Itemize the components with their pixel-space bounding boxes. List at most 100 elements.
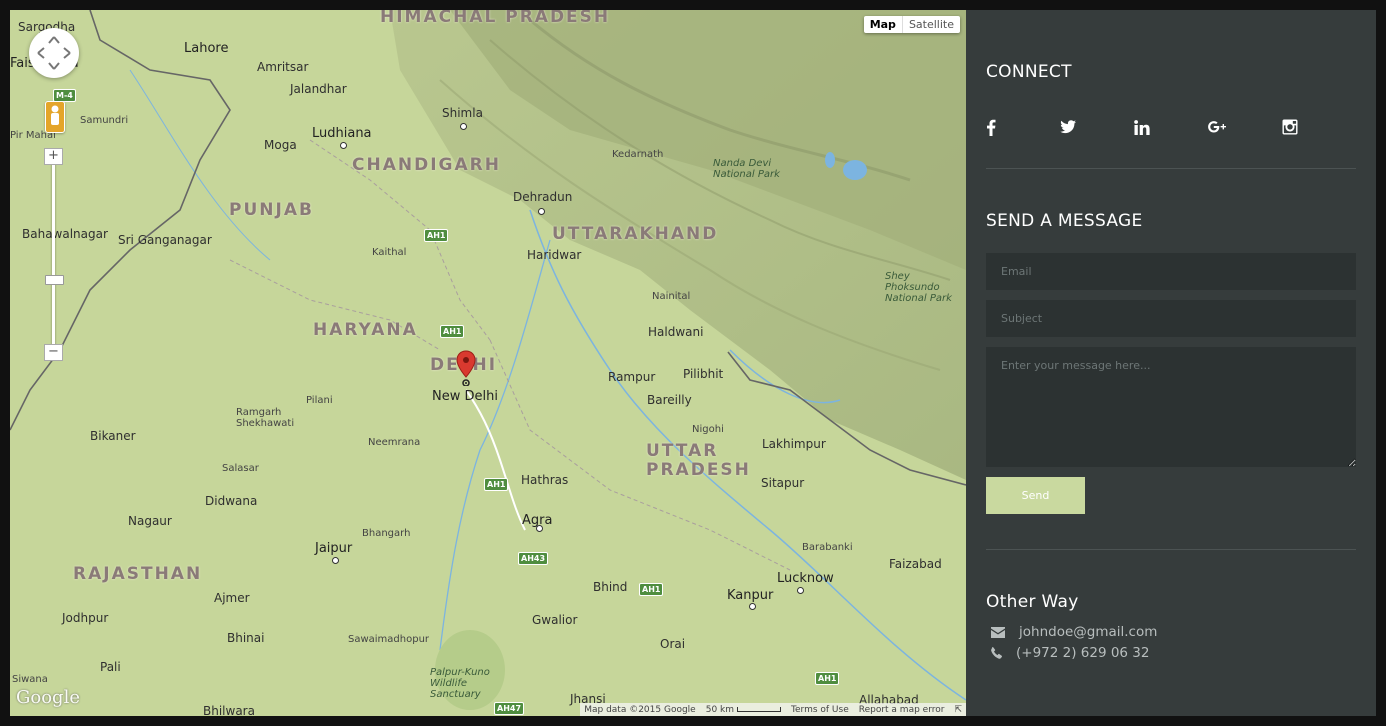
map-data-credit: Map data ©2015 Google xyxy=(584,704,696,715)
instagram-link[interactable] xyxy=(1282,116,1356,138)
zoom-out-button[interactable]: − xyxy=(44,344,63,361)
linkedin-icon xyxy=(1134,119,1150,135)
subject-field[interactable] xyxy=(986,300,1356,337)
city-label: Lucknow xyxy=(777,571,834,586)
city-label: Lahore xyxy=(184,41,229,56)
google-plus-link[interactable] xyxy=(1208,116,1282,138)
zoom-in-button[interactable]: + xyxy=(44,148,63,165)
google-plus-icon xyxy=(1208,121,1226,133)
city-label: Kanpur xyxy=(727,588,774,603)
city-dot xyxy=(797,587,804,594)
city-dot xyxy=(460,123,467,130)
city-label: Jalandhar xyxy=(290,82,347,96)
social-links xyxy=(986,116,1356,138)
city-label: Moga xyxy=(264,138,297,152)
city-label: Sawaimadhopur xyxy=(348,634,430,645)
facebook-icon xyxy=(987,119,996,136)
map-type-control: Map Satellite xyxy=(863,16,960,33)
city-label: Kaithal xyxy=(372,247,407,258)
city-label: Sitapur xyxy=(761,476,805,490)
highway-shield: AH1 xyxy=(815,672,840,685)
report-error-link[interactable]: Report a map error xyxy=(859,705,945,715)
pan-control[interactable] xyxy=(29,28,79,78)
city-dot xyxy=(538,208,545,215)
city-label: Siwana xyxy=(12,674,48,685)
city-label: Nainital xyxy=(652,291,691,302)
region-label: CHANDIGARH xyxy=(352,155,501,175)
expand-corner-icon[interactable]: ⇱ xyxy=(954,705,962,715)
city-label: Pali xyxy=(100,660,121,674)
city-label: Faizabad xyxy=(889,557,942,571)
highway-shield: AH1 xyxy=(440,325,465,338)
city-dot xyxy=(536,525,543,532)
map-scale: 50 km xyxy=(706,705,782,715)
city-label: Pilani xyxy=(306,395,333,406)
city-label: Samundri xyxy=(80,115,129,126)
city-label: Ramgarh Shekhawati xyxy=(236,407,295,429)
city-label: Kedarnath xyxy=(612,149,664,160)
region-label: PUNJAB xyxy=(229,200,314,220)
map-type-map-button[interactable]: Map xyxy=(864,16,903,33)
city-label: Bhangarh xyxy=(362,528,411,539)
highway-shield: AH47 xyxy=(494,702,525,715)
park-label: Palpur-Kuno Wildlife Sanctuary xyxy=(430,667,490,700)
map-view[interactable]: HIMACHAL PRADESH CHANDIGARH PUNJAB UTTAR… xyxy=(10,10,966,716)
section-divider xyxy=(986,168,1356,169)
city-label: Bhinai xyxy=(227,631,265,645)
city-label: Hathras xyxy=(521,473,569,487)
scale-bar xyxy=(737,706,782,712)
city-label: Bahawalnagar xyxy=(22,227,108,241)
twitter-link[interactable] xyxy=(1060,116,1134,138)
city-label: Salasar xyxy=(222,463,259,474)
city-label: Bikaner xyxy=(90,429,136,443)
map-pin-icon xyxy=(456,350,476,387)
city-label: Gwalior xyxy=(532,613,578,627)
street-view-pegman-icon[interactable] xyxy=(45,101,65,133)
city-label: Lakhimpur xyxy=(762,437,826,451)
city-label: Nigohi xyxy=(692,424,724,435)
instagram-icon xyxy=(1282,119,1298,135)
region-label: UTTARAKHAND xyxy=(552,224,719,244)
connect-heading: CONNECT xyxy=(986,62,1072,82)
city-label: Haldwani xyxy=(648,325,704,339)
region-label: UTTAR PRADESH xyxy=(646,441,751,480)
map-type-satellite-button[interactable]: Satellite xyxy=(903,16,960,33)
region-label: HARYANA xyxy=(313,320,418,340)
highway-shield: AH1 xyxy=(639,583,664,596)
email-field[interactable] xyxy=(986,253,1356,290)
city-label: Dehradun xyxy=(513,190,573,204)
linkedin-link[interactable] xyxy=(1134,116,1208,138)
city-label: Haridwar xyxy=(527,248,582,262)
region-label: RAJASTHAN xyxy=(73,564,203,584)
city-label: Nagaur xyxy=(128,514,172,528)
facebook-link[interactable] xyxy=(986,116,1060,138)
city-label: Bhilwara xyxy=(203,704,255,716)
city-label: Didwana xyxy=(205,494,258,508)
city-label: Bhind xyxy=(593,580,628,594)
highway-shield: AH43 xyxy=(518,552,549,565)
zoom-slider-track[interactable] xyxy=(52,162,55,352)
contact-sidebar: CONNECT SEND A MESSAGE Send Other Way jo… xyxy=(966,10,1376,716)
twitter-icon xyxy=(1060,120,1076,134)
map-attribution: Map data ©2015 Google 50 km Terms of Use… xyxy=(580,703,966,716)
city-label: Jodhpur xyxy=(62,611,109,625)
phone-icon xyxy=(991,647,1002,659)
terms-link[interactable]: Terms of Use xyxy=(791,705,849,715)
city-label: Orai xyxy=(660,637,686,651)
google-logo[interactable]: Google xyxy=(16,687,80,708)
zoom-slider-thumb[interactable] xyxy=(45,275,64,285)
highway-shield: AH1 xyxy=(484,478,509,491)
location-marker[interactable] xyxy=(456,350,476,390)
contact-phone: (+972 2) 629 06 32 xyxy=(1016,645,1150,661)
city-label: Bareilly xyxy=(647,393,692,407)
other-way-heading: Other Way xyxy=(986,592,1079,612)
park-label: Nanda Devi National Park xyxy=(713,158,780,180)
city-label: Ajmer xyxy=(214,591,250,605)
contact-phone-row: (+972 2) 629 06 32 xyxy=(991,645,1150,661)
message-textarea[interactable] xyxy=(986,347,1356,467)
send-message-heading: SEND A MESSAGE xyxy=(986,211,1143,231)
contact-email[interactable]: johndoe@gmail.com xyxy=(1019,624,1157,640)
marker-label: New Delhi xyxy=(432,389,498,404)
section-divider xyxy=(986,549,1356,550)
send-button[interactable]: Send xyxy=(986,477,1085,514)
